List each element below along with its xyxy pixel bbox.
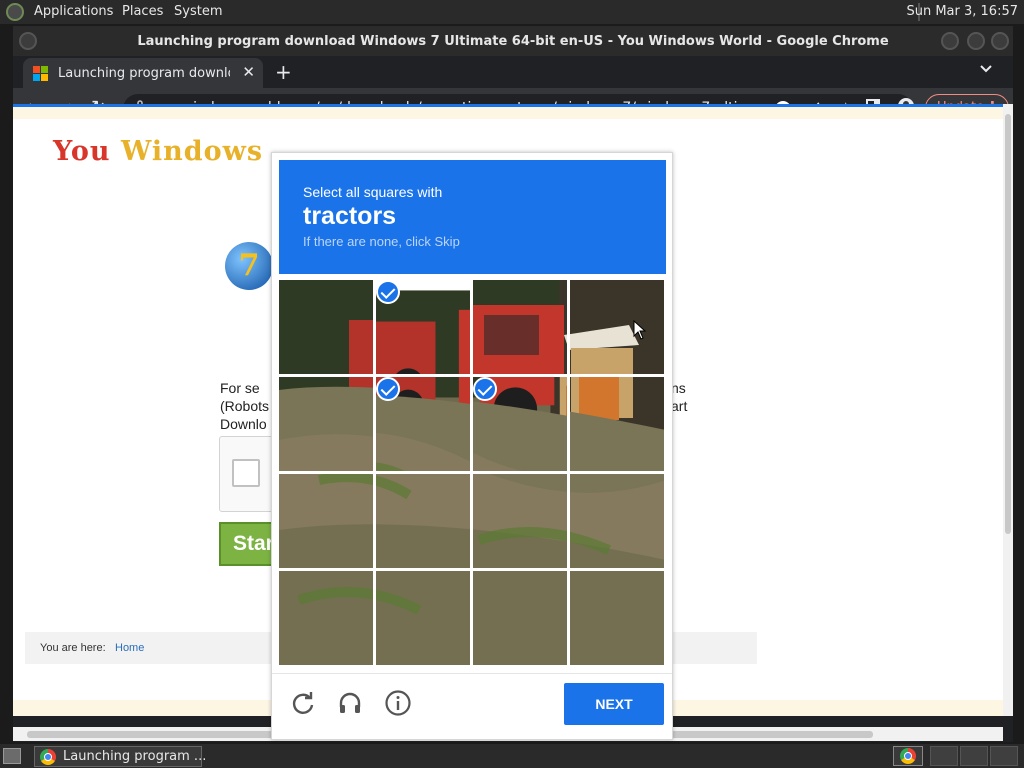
captcha-instruction: Select all squares with bbox=[303, 184, 443, 200]
captcha-tile[interactable] bbox=[570, 571, 664, 665]
tab-close-icon[interactable]: ✕ bbox=[242, 63, 255, 81]
captcha-tile[interactable] bbox=[473, 377, 567, 471]
captcha-tile[interactable] bbox=[473, 571, 567, 665]
tab-strip: Launching program download Windows 7 Ult… bbox=[13, 56, 1013, 88]
captcha-tile[interactable] bbox=[279, 377, 373, 471]
taskbar-chrome-window[interactable]: Launching program ... bbox=[34, 746, 206, 767]
breadcrumb-home-link[interactable]: Home bbox=[115, 642, 144, 654]
captcha-target-object: tractors bbox=[303, 202, 397, 230]
chevron-down-icon bbox=[980, 65, 992, 73]
reload-challenge-button[interactable] bbox=[289, 689, 317, 717]
workspace-2[interactable] bbox=[960, 746, 988, 766]
reload-icon bbox=[292, 692, 314, 714]
vertical-scroll-thumb[interactable] bbox=[1005, 114, 1011, 534]
body-text-line: For se bbox=[220, 380, 260, 396]
captcha-tile-image bbox=[570, 280, 664, 374]
logo-windows: Windows bbox=[120, 136, 264, 167]
selected-checkmark-icon bbox=[376, 280, 400, 304]
captcha-tile[interactable] bbox=[279, 571, 373, 665]
audio-challenge-button[interactable] bbox=[336, 689, 364, 717]
next-button[interactable]: NEXT bbox=[564, 683, 664, 725]
captcha-hint: If there are none, click Skip bbox=[303, 234, 460, 249]
maximize-button[interactable] bbox=[967, 32, 985, 50]
new-tab-button[interactable]: + bbox=[275, 60, 292, 84]
windows-favicon-icon bbox=[33, 66, 49, 82]
site-logo[interactable]: You Windows bbox=[53, 136, 263, 167]
headphones-icon bbox=[339, 692, 361, 713]
menu-applications[interactable]: Applications bbox=[34, 4, 113, 19]
captcha-tile[interactable] bbox=[570, 280, 664, 374]
show-desktop-icon[interactable] bbox=[3, 748, 21, 764]
not-a-robot-checkbox[interactable] bbox=[232, 459, 260, 487]
chrome-icon bbox=[900, 748, 916, 764]
menu-system[interactable]: System bbox=[174, 4, 222, 19]
windows7-badge-icon: 7 bbox=[225, 242, 273, 290]
captcha-tile-image bbox=[279, 280, 373, 374]
body-text-line: art bbox=[671, 398, 688, 414]
captcha-tile-image bbox=[376, 474, 470, 568]
captcha-image-grid bbox=[279, 280, 666, 667]
info-icon bbox=[385, 690, 411, 716]
captcha-tile[interactable] bbox=[279, 280, 373, 374]
taskbar-window-label: Launching program ... bbox=[63, 749, 207, 764]
captcha-tile[interactable] bbox=[376, 377, 470, 471]
captcha-tile[interactable] bbox=[376, 571, 470, 665]
captcha-tile[interactable] bbox=[376, 280, 470, 374]
divider bbox=[272, 673, 672, 674]
breadcrumb-label: You are here: bbox=[40, 642, 106, 654]
workspace-switcher[interactable] bbox=[930, 746, 1020, 766]
captcha-tile-image bbox=[570, 377, 664, 471]
captcha-tile[interactable] bbox=[279, 474, 373, 568]
captcha-tile[interactable] bbox=[570, 377, 664, 471]
captcha-tile[interactable] bbox=[376, 474, 470, 568]
menu-places[interactable]: Places bbox=[122, 4, 163, 19]
distro-logo-icon[interactable] bbox=[6, 3, 24, 21]
body-text-line: Downlo bbox=[220, 416, 267, 432]
window-title: Launching program download Windows 7 Ult… bbox=[137, 34, 889, 49]
captcha-tile[interactable] bbox=[473, 280, 567, 374]
captcha-challenge: Select all squares with tractors If ther… bbox=[271, 152, 673, 740]
help-button[interactable] bbox=[384, 689, 412, 717]
workspace-1[interactable] bbox=[930, 746, 958, 766]
start-download-button[interactable]: Start bbox=[219, 522, 279, 566]
captcha-tile-image bbox=[279, 571, 373, 665]
captcha-header: Select all squares with tractors If ther… bbox=[279, 160, 666, 274]
selected-checkmark-icon bbox=[376, 377, 400, 401]
taskbar: Launching program ... bbox=[0, 744, 1024, 768]
mouse-cursor-icon bbox=[633, 320, 647, 340]
close-window-button[interactable] bbox=[991, 32, 1009, 50]
selected-checkmark-icon bbox=[473, 377, 497, 401]
desktop-top-panel: Applications Places System Sun Mar 3, 16… bbox=[0, 0, 1024, 24]
tab-search-button[interactable] bbox=[979, 62, 993, 80]
body-text-line: ns bbox=[671, 380, 686, 396]
vertical-scrollbar[interactable] bbox=[1003, 104, 1013, 716]
minimize-button[interactable] bbox=[941, 32, 959, 50]
recaptcha-widget bbox=[219, 436, 279, 512]
captcha-tile-image bbox=[473, 280, 567, 374]
tab-active[interactable]: Launching program download Windows 7 Ult… bbox=[23, 58, 263, 88]
captcha-tile-image bbox=[570, 571, 664, 665]
captcha-tile-image bbox=[473, 474, 567, 568]
clock[interactable]: Sun Mar 3, 16:57 bbox=[906, 4, 1018, 19]
window-title-bar[interactable]: Launching program download Windows 7 Ult… bbox=[13, 26, 1013, 56]
logo-you: You bbox=[53, 136, 111, 167]
tray-chrome-launcher[interactable] bbox=[893, 746, 923, 766]
workspace-3[interactable] bbox=[990, 746, 1018, 766]
captcha-tile-image bbox=[279, 474, 373, 568]
tab-title: Launching program download Windows 7 Ult… bbox=[58, 66, 230, 81]
body-text-line: (Robots bbox=[220, 398, 270, 414]
captcha-tile[interactable] bbox=[473, 474, 567, 568]
captcha-tile-image bbox=[279, 377, 373, 471]
page-header-band bbox=[13, 107, 1003, 119]
captcha-tile-image bbox=[473, 571, 567, 665]
captcha-tile-image bbox=[570, 474, 664, 568]
captcha-tile[interactable] bbox=[570, 474, 664, 568]
captcha-tile-image bbox=[376, 571, 470, 665]
chrome-icon bbox=[40, 749, 56, 765]
